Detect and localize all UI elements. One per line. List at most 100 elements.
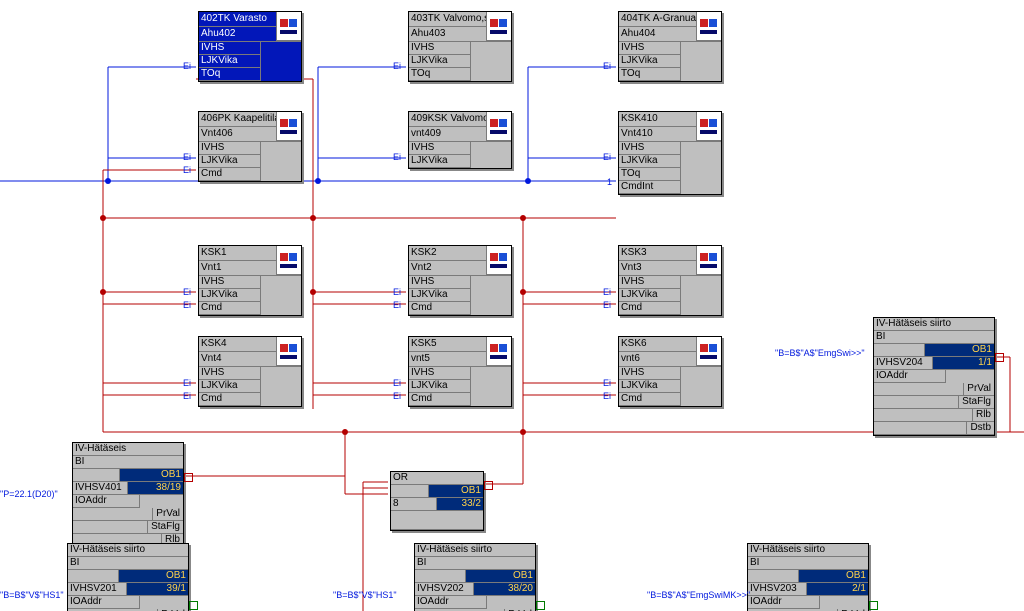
row-ljkvika: LJKVika bbox=[409, 155, 471, 168]
ext-label: "P=22.1(D20)" bbox=[0, 489, 58, 499]
block-404tk[interactable]: 404TK A-Granuaatto Ahu404 IVHS LJKVika T… bbox=[618, 11, 722, 82]
io-port: PrVal bbox=[73, 508, 183, 521]
pin-ei: Ei bbox=[393, 378, 401, 388]
pin-ei: Ei bbox=[183, 378, 191, 388]
io-ob: OB1 bbox=[465, 570, 535, 582]
pin-ei: Ei bbox=[393, 391, 401, 401]
row-ljkvika: LJKVika bbox=[199, 380, 261, 393]
ahu-icon bbox=[276, 112, 301, 141]
io-addr: IOAddr bbox=[874, 370, 946, 383]
row-toq: TOq bbox=[619, 168, 681, 181]
row-cmd: Cmd bbox=[199, 302, 261, 315]
or-ob: OB1 bbox=[428, 485, 483, 497]
pin-ei: Ei bbox=[183, 61, 191, 71]
pin-ei: Ei bbox=[393, 152, 401, 162]
block-403tk[interactable]: 403TK Valvomo,sos Ahu403 IVHS LJKVika TO… bbox=[408, 11, 512, 82]
ahu-icon bbox=[276, 12, 301, 41]
io-ob-row: OB1 bbox=[874, 344, 994, 357]
pin-ei: Ei bbox=[183, 300, 191, 310]
row-ljkvika: LJKVika bbox=[619, 55, 681, 68]
io-addr: IOAddr bbox=[415, 596, 487, 609]
ahu-icon bbox=[486, 337, 511, 366]
ahu-icon bbox=[276, 246, 301, 275]
diagram-canvas[interactable]: { "pins": { "ei": "Ei", "one":"1" }, "ai… bbox=[0, 0, 1024, 611]
io-ob-row: OB1 bbox=[68, 570, 188, 583]
ext-label: "B=B$"A$"EmgSwiMK>>" bbox=[647, 590, 750, 600]
io-block-ivhsv203[interactable]: IV-Hätäseis siirto BI OB1 IVHSV2032/1 IO… bbox=[747, 543, 869, 611]
pin-ei: Ei bbox=[603, 391, 611, 401]
block-ksk2[interactable]: KSK2 Vnt2 IVHS LJKVika Cmd bbox=[408, 245, 512, 316]
or-block[interactable]: OR OB1 833/2 bbox=[390, 471, 484, 531]
io-title: IV-Hätäseis bbox=[73, 443, 183, 456]
row-ljkvika: LJKVika bbox=[199, 289, 261, 302]
io-ob-row: OB1 bbox=[748, 570, 868, 583]
block-ksk410[interactable]: KSK410 Vnt410 IVHS LJKVika TOq CmdInt bbox=[618, 111, 722, 195]
row-ivhs: IVHS bbox=[619, 276, 681, 289]
or-title: OR bbox=[391, 472, 483, 485]
io-block-ivhsv204[interactable]: IV-Hätäseis siirto BI OB1 IVHSV2041/1 IO… bbox=[873, 317, 995, 436]
io-title: IV-Hätäseis siirto bbox=[68, 544, 188, 557]
block-406pk[interactable]: 406PK Kaapelitila Vnt406 IVHS LJKVika Cm… bbox=[198, 111, 302, 182]
io-port: PrVal bbox=[874, 383, 994, 396]
io-val-row: IVHSV2041/1 bbox=[874, 357, 994, 370]
pin-ei: Ei bbox=[183, 287, 191, 297]
or-ob-row: OB1 bbox=[391, 485, 483, 498]
or-body bbox=[391, 511, 483, 530]
io-val: 1/1 bbox=[933, 357, 994, 369]
ahu-icon bbox=[696, 112, 721, 141]
out-pin bbox=[184, 473, 193, 482]
out-pin bbox=[484, 481, 493, 490]
node bbox=[105, 178, 111, 184]
io-type: BI bbox=[874, 331, 994, 344]
row-ivhs: IVHS bbox=[409, 276, 471, 289]
pin-ei: Ei bbox=[183, 391, 191, 401]
io-addr: IOAddr bbox=[68, 596, 140, 609]
node bbox=[525, 178, 531, 184]
io-name: IVHSV401 bbox=[73, 482, 128, 494]
io-ob-row: OB1 bbox=[415, 570, 535, 583]
row-ivhs: IVHS bbox=[619, 42, 681, 55]
io-block-ivhsv201[interactable]: IV-Hätäseis siirto BI OB1 IVHSV20139/1 I… bbox=[67, 543, 189, 611]
pin-ei: Ei bbox=[393, 61, 401, 71]
node bbox=[100, 289, 106, 295]
block-ksk4[interactable]: KSK4 Vnt4 IVHS LJKVika Cmd bbox=[198, 336, 302, 407]
io-ob: OB1 bbox=[924, 344, 994, 356]
block-ksk5[interactable]: KSK5 vnt5 IVHS LJKVika Cmd bbox=[408, 336, 512, 407]
block-ksk6[interactable]: KSK6 vnt6 IVHS LJKVika Cmd bbox=[618, 336, 722, 407]
io-port: StaFlg bbox=[874, 396, 994, 409]
row-ljkvika: LJKVika bbox=[409, 289, 471, 302]
io-ob: OB1 bbox=[118, 570, 188, 582]
ahu-icon bbox=[696, 12, 721, 41]
row-ljkvika: LJKVika bbox=[619, 155, 681, 168]
io-port: Rlb bbox=[874, 409, 994, 422]
io-name: IVHSV203 bbox=[748, 583, 807, 595]
block-ksk3[interactable]: KSK3 Vnt3 IVHS LJKVika Cmd bbox=[618, 245, 722, 316]
block-409ksk[interactable]: 409KSK Valvomo 3a vnt409 IVHS LJKVika bbox=[408, 111, 512, 169]
node bbox=[520, 289, 526, 295]
row-ljkvika: LJKVika bbox=[199, 155, 261, 168]
io-block-ivhsv202[interactable]: IV-Hätäseis siirto BI OB1 IVHSV20238/20 … bbox=[414, 543, 536, 611]
io-val: 2/1 bbox=[807, 583, 868, 595]
pin-ei: Ei bbox=[393, 287, 401, 297]
row-ljkvika: LJKVika bbox=[619, 289, 681, 302]
io-val: 38/20 bbox=[474, 583, 535, 595]
row-ivhs: IVHS bbox=[199, 142, 261, 155]
block-402tk[interactable]: 402TK Varasto Ahu402 IVHS LJKVika TOq bbox=[198, 11, 302, 82]
pin-ei: Ei bbox=[183, 165, 191, 175]
io-addr: IOAddr bbox=[73, 495, 140, 508]
io-title: IV-Hätäseis siirto bbox=[748, 544, 868, 557]
or-name: 8 bbox=[391, 498, 437, 510]
ahu-icon bbox=[696, 246, 721, 275]
out-pin bbox=[869, 601, 878, 610]
row-cmd: Cmd bbox=[409, 393, 471, 406]
block-ksk1[interactable]: KSK1 Vnt1 IVHS LJKVika Cmd bbox=[198, 245, 302, 316]
row-cmd: Cmd bbox=[619, 302, 681, 315]
row-ljkvika: LJKVika bbox=[619, 380, 681, 393]
row-ljkvika: LJKVika bbox=[199, 55, 261, 68]
io-type: BI bbox=[73, 456, 183, 469]
io-name: IVHSV202 bbox=[415, 583, 474, 595]
row-toq: TOq bbox=[409, 68, 471, 81]
row-toq: TOq bbox=[619, 68, 681, 81]
or-val: 33/2 bbox=[437, 498, 483, 510]
row-ivhs: IVHS bbox=[619, 142, 681, 155]
